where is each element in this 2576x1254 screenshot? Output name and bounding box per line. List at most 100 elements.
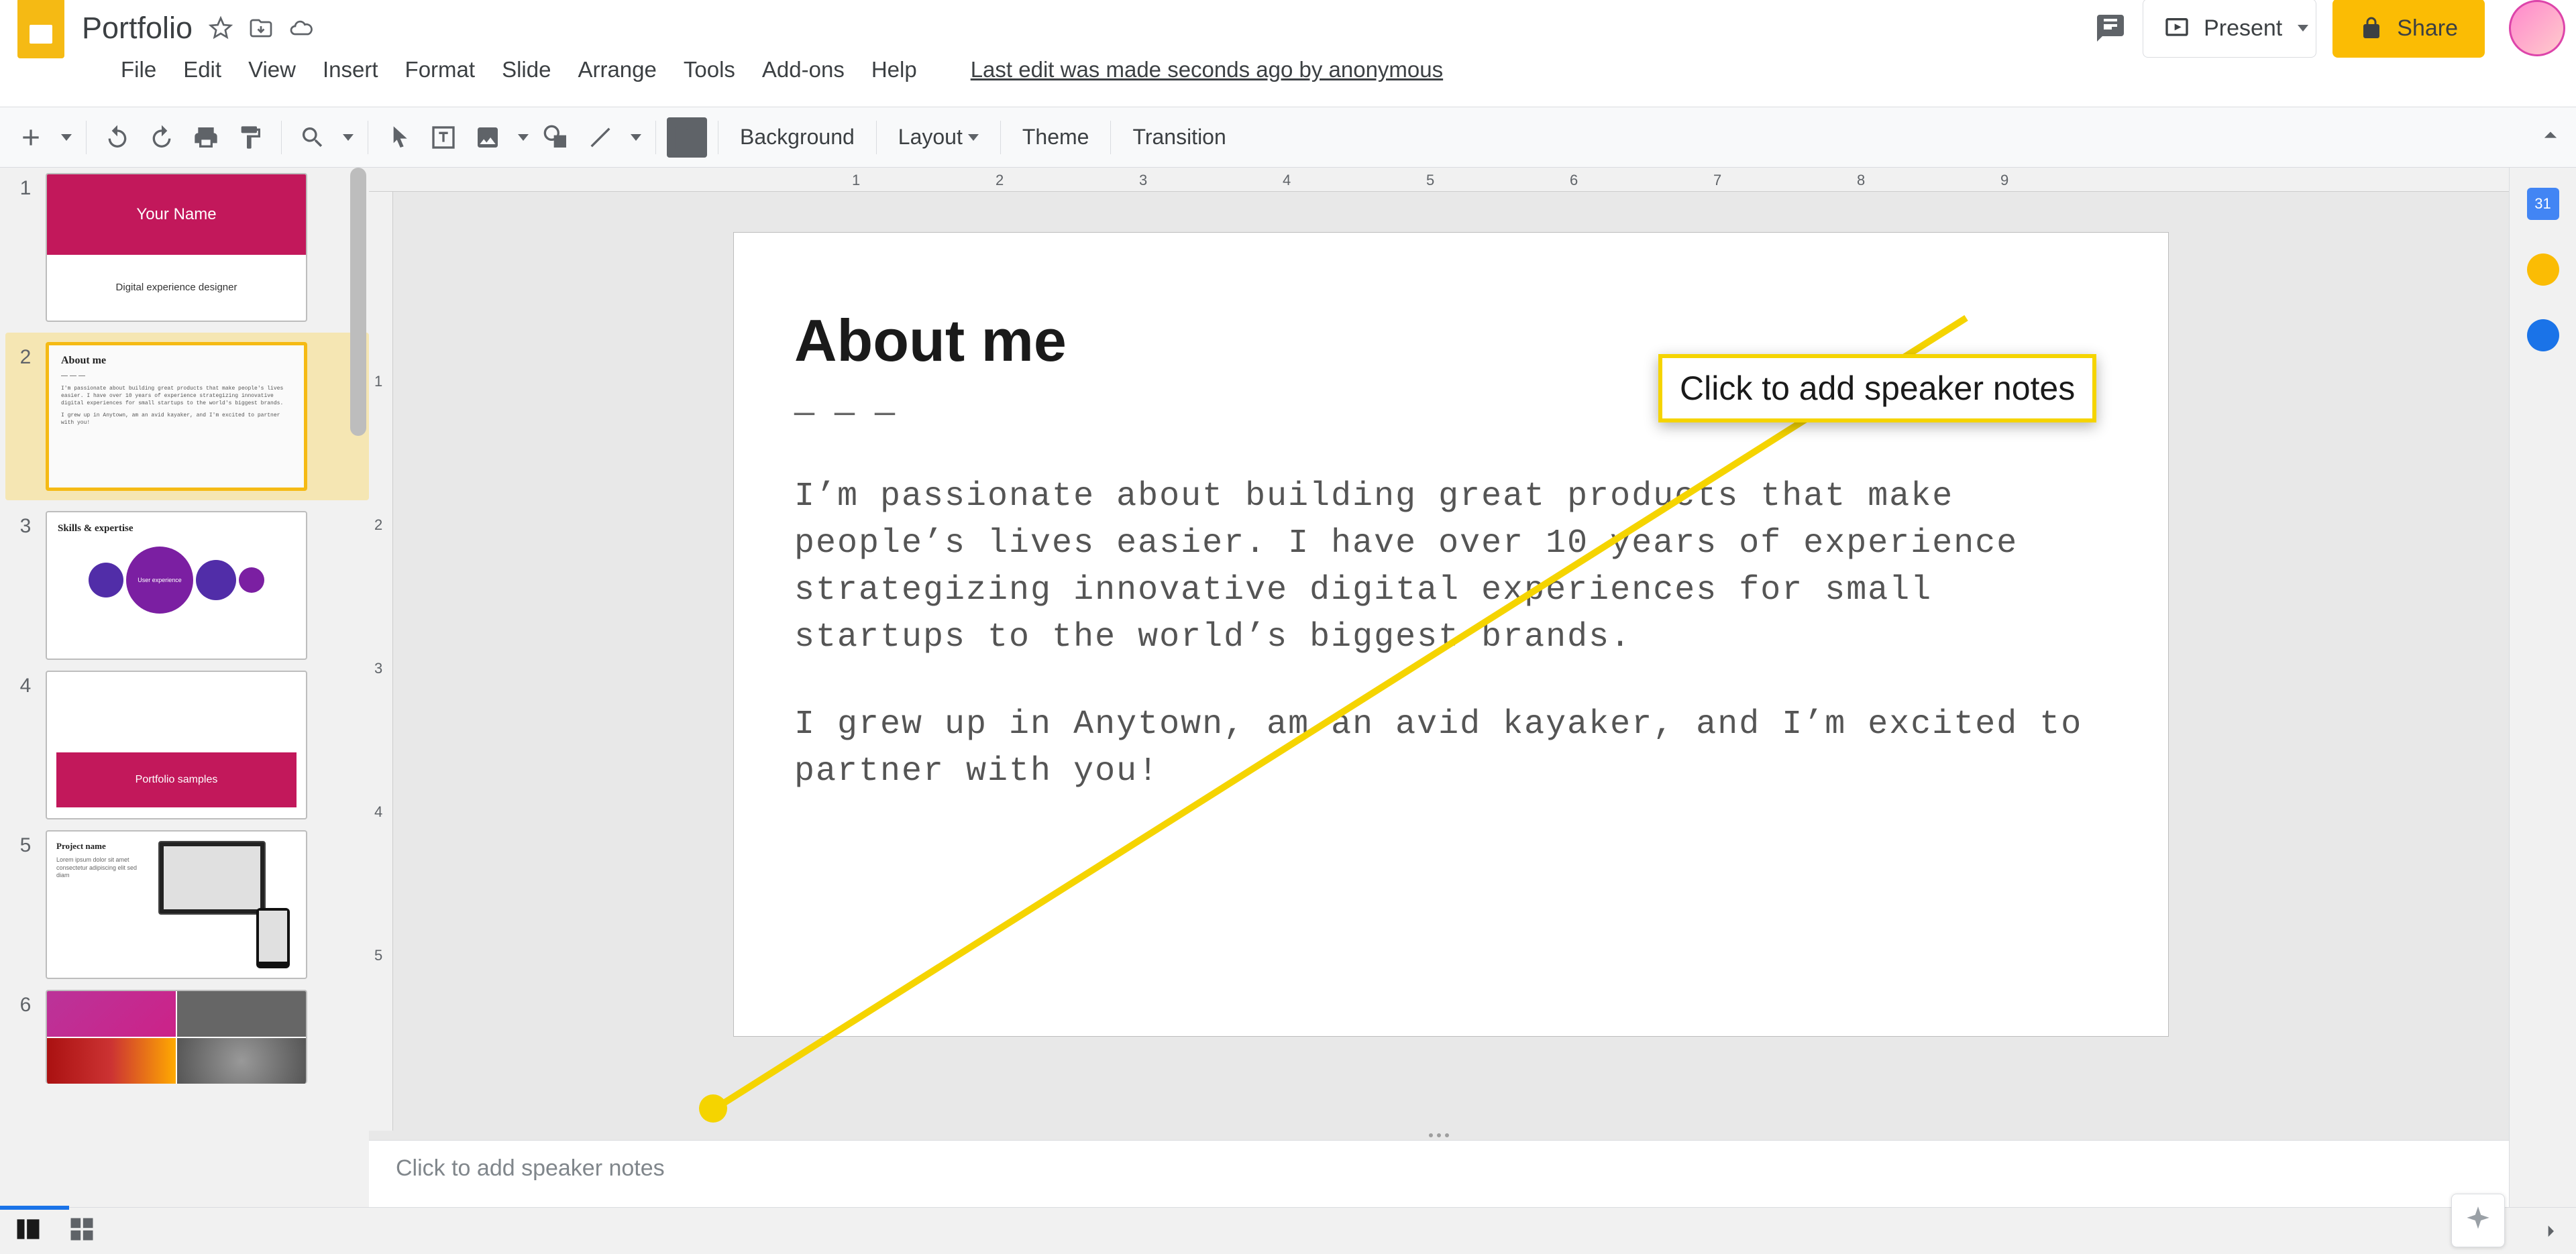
- ruler-tick: 4: [374, 803, 382, 821]
- toolbar: Background Layout Theme Transition: [0, 107, 2576, 168]
- layout-label: Layout: [898, 125, 963, 150]
- thumb-title: Skills & expertise: [58, 523, 295, 534]
- filmstrip-view-button[interactable]: [13, 1214, 47, 1248]
- thumb-row-3: 3 Skills & expertise User experience: [5, 511, 369, 660]
- filmstrip-scrollbar[interactable]: [347, 168, 366, 1207]
- last-edit-link[interactable]: Last edit was made seconds ago by anonym…: [971, 57, 1443, 82]
- thumb-title: Portfolio samples: [56, 752, 297, 807]
- present-dropdown[interactable]: [2287, 0, 2316, 58]
- notes-resize-handle[interactable]: [369, 1131, 2509, 1140]
- ruler-tick: 2: [996, 172, 1004, 189]
- tasks-icon[interactable]: [2527, 319, 2559, 351]
- slide-thumbnail-2[interactable]: About me ——— I'm passionate about buildi…: [46, 342, 307, 491]
- share-button[interactable]: Share: [2332, 0, 2485, 58]
- keep-icon[interactable]: [2527, 253, 2559, 286]
- grid-view-button[interactable]: [67, 1214, 101, 1248]
- thumb-row-4: 4 Portfolio samples: [5, 671, 369, 819]
- redo-button[interactable]: [142, 117, 182, 158]
- menu-edit[interactable]: Edit: [183, 57, 221, 82]
- bubble: User experience: [126, 547, 193, 614]
- ruler-tick: 5: [1426, 172, 1434, 189]
- zoom-dropdown[interactable]: [337, 117, 357, 158]
- menu-slide[interactable]: Slide: [502, 57, 551, 82]
- vertical-ruler[interactable]: 1 2 3 4 5: [369, 192, 393, 1131]
- thumb-desc: Lorem ipsum dolor sit amet consectetur a…: [56, 856, 149, 880]
- ruler-tick: 1: [852, 172, 860, 189]
- document-title[interactable]: Portfolio: [82, 11, 193, 46]
- slide-title[interactable]: About me: [794, 306, 2108, 375]
- collapse-toolbar-button[interactable]: [2536, 121, 2565, 154]
- slide-thumbnail-3[interactable]: Skills & expertise User experience: [46, 511, 307, 660]
- theme-button[interactable]: Theme: [1012, 117, 1100, 158]
- thumb-row-1: 1 Your Name Digital experience designer: [5, 173, 369, 322]
- thumb-num: 4: [5, 671, 46, 697]
- thumb-sub: Digital experience designer: [47, 255, 306, 321]
- bottom-bar: [0, 1207, 2576, 1254]
- cloud-icon[interactable]: [289, 16, 313, 40]
- menu-bar: File Edit View Insert Format Slide Arran…: [0, 51, 2576, 89]
- layout-button[interactable]: Layout: [888, 117, 989, 158]
- horizontal-ruler[interactable]: 1 2 3 4 5 6 7 8 9: [369, 168, 2509, 192]
- move-icon[interactable]: [249, 16, 273, 40]
- slide-thumbnail-4[interactable]: Portfolio samples: [46, 671, 307, 819]
- thumb-p2: I grew up in Anytown, am an avid kayaker…: [61, 412, 292, 426]
- menu-arrange[interactable]: Arrange: [578, 57, 656, 82]
- comments-icon[interactable]: [2094, 12, 2127, 44]
- account-avatar[interactable]: [2509, 0, 2565, 56]
- present-button[interactable]: Present: [2143, 0, 2303, 58]
- menu-file[interactable]: File: [121, 57, 156, 82]
- paint-format-button[interactable]: [230, 117, 270, 158]
- ruler-tick: 3: [374, 660, 382, 677]
- ruler-tick: 7: [1713, 172, 1721, 189]
- thumb-num: 5: [5, 830, 46, 857]
- slides-logo[interactable]: [11, 0, 71, 58]
- device-mockup: [158, 841, 297, 968]
- bubble: [89, 563, 123, 597]
- new-slide-dropdown[interactable]: [55, 117, 75, 158]
- menu-help[interactable]: Help: [871, 57, 917, 82]
- menu-tools[interactable]: Tools: [684, 57, 735, 82]
- menu-format[interactable]: Format: [405, 57, 476, 82]
- image-dropdown[interactable]: [512, 117, 532, 158]
- speaker-notes[interactable]: Click to add speaker notes: [369, 1140, 2509, 1207]
- zoom-button[interactable]: [292, 117, 333, 158]
- print-button[interactable]: [186, 117, 226, 158]
- app-header: Portfolio Present Share File Edit: [0, 0, 2576, 107]
- image-button[interactable]: [468, 117, 508, 158]
- current-slide[interactable]: About me ——— I’m passionate about buildi…: [733, 232, 2169, 1037]
- slide-divider: ———: [794, 395, 2108, 433]
- slide-para-2[interactable]: I grew up in Anytown, am an avid kayaker…: [794, 701, 2108, 795]
- calendar-icon[interactable]: 31: [2527, 188, 2559, 220]
- add-comment-button[interactable]: [667, 117, 707, 158]
- line-dropdown[interactable]: [625, 117, 645, 158]
- thumb-dash: ———: [61, 372, 292, 380]
- transition-button[interactable]: Transition: [1122, 117, 1236, 158]
- slide-area[interactable]: About me ——— I’m passionate about buildi…: [393, 192, 2509, 1131]
- explore-button[interactable]: [2451, 1194, 2505, 1247]
- star-icon[interactable]: [209, 16, 233, 40]
- select-tool[interactable]: [379, 117, 419, 158]
- new-slide-button[interactable]: [11, 117, 51, 158]
- ruler-tick: 5: [374, 947, 382, 964]
- title-row: Portfolio Present Share: [0, 0, 2576, 51]
- canvas-body: 1 2 3 4 5 About me ——— I’m passionate ab…: [369, 192, 2509, 1131]
- side-panel-toggle[interactable]: [2530, 1211, 2571, 1251]
- thumb-row-5: 5 Project name Lorem ipsum dolor sit ame…: [5, 830, 369, 979]
- slide-thumbnail-6[interactable]: [46, 990, 307, 1084]
- menu-view[interactable]: View: [248, 57, 296, 82]
- ruler-tick: 9: [2000, 172, 2008, 189]
- ruler-tick: 1: [374, 373, 382, 390]
- thumb-p1: I'm passionate about building great prod…: [61, 385, 292, 408]
- menu-addons[interactable]: Add-ons: [762, 57, 845, 82]
- thumb-title: Your Name: [47, 174, 306, 255]
- undo-button[interactable]: [97, 117, 138, 158]
- textbox-button[interactable]: [423, 117, 464, 158]
- background-button[interactable]: Background: [729, 117, 865, 158]
- line-button[interactable]: [580, 117, 621, 158]
- slide-thumbnail-1[interactable]: Your Name Digital experience designer: [46, 173, 307, 322]
- menu-insert[interactable]: Insert: [323, 57, 378, 82]
- slide-thumbnail-5[interactable]: Project name Lorem ipsum dolor sit amet …: [46, 830, 307, 979]
- slide-para-1[interactable]: I’m passionate about building great prod…: [794, 473, 2108, 661]
- shape-button[interactable]: [536, 117, 576, 158]
- ruler-tick: 8: [1857, 172, 1865, 189]
